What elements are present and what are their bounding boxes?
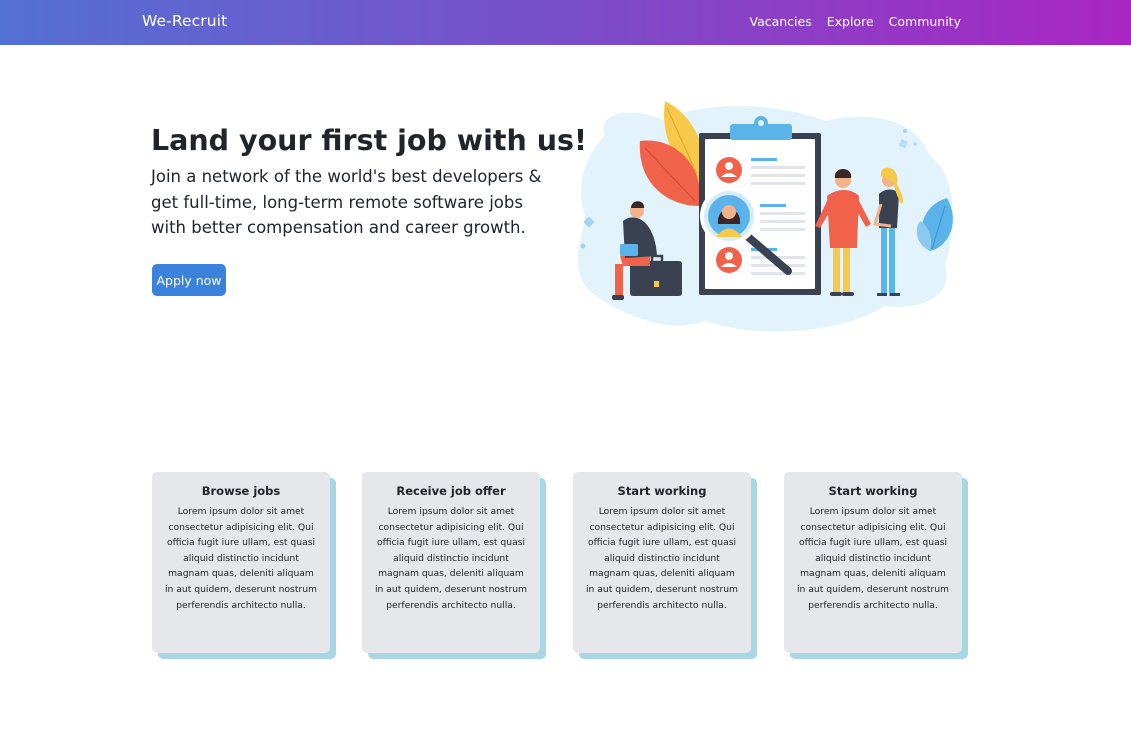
card-title: Start working: [828, 484, 918, 498]
apply-now-button[interactable]: Apply now: [152, 264, 226, 296]
card-text: Lorem ipsum dolor sit amet consectetur a…: [374, 506, 527, 611]
hero-subtitle: Join a network of the world's best devel…: [151, 167, 542, 237]
hero-title: Land your first job with us!: [151, 124, 587, 157]
feature-card-receive-job-offer: Receive job offer Lorem ipsum dolor sit …: [362, 472, 540, 653]
card-text: Lorem ipsum dolor sit amet consectetur a…: [796, 506, 949, 611]
feature-card-start-working-2: Start working Lorem ipsum dolor sit amet…: [784, 472, 962, 653]
nav-link-vacancies[interactable]: Vacancies: [749, 14, 811, 29]
brand-logo[interactable]: We-Recruit: [142, 12, 227, 30]
recruitment-illustration: [578, 101, 953, 332]
card-title: Browse jobs: [201, 484, 281, 498]
nav-link-community[interactable]: Community: [889, 14, 961, 29]
feature-card-browse-jobs: Browse jobs Lorem ipsum dolor sit amet c…: [152, 472, 330, 653]
card-text: Lorem ipsum dolor sit amet consectetur a…: [164, 506, 317, 611]
card-text: Lorem ipsum dolor sit amet consectetur a…: [585, 506, 738, 611]
card-title: Receive job offer: [396, 484, 506, 498]
feature-card-start-working: Start working Lorem ipsum dolor sit amet…: [573, 472, 751, 653]
nav-link-explore[interactable]: Explore: [827, 14, 874, 29]
card-title: Start working: [617, 484, 707, 498]
navbar: We-Recruit Vacancies Explore Community: [0, 0, 1131, 45]
nav-links: Vacancies Explore Community: [749, 14, 961, 29]
